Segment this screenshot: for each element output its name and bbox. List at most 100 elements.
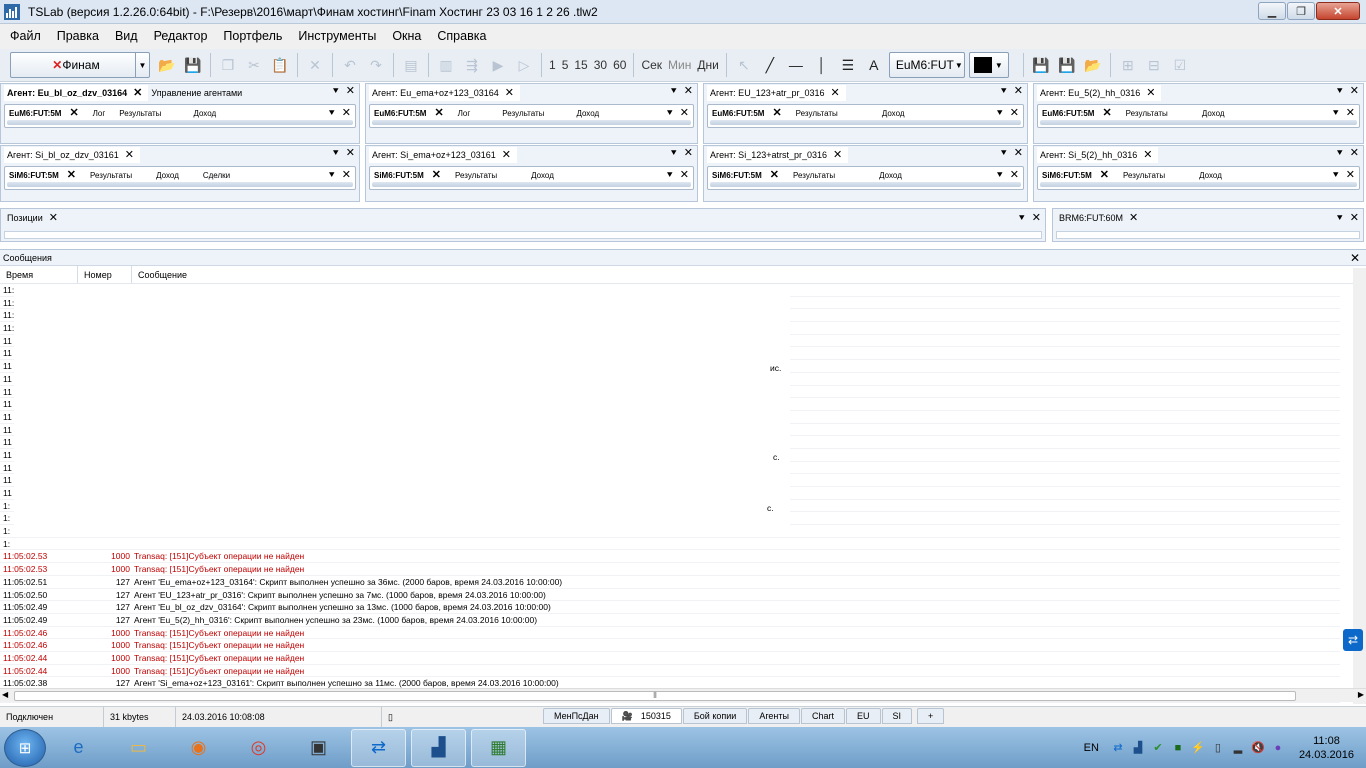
menu-edit[interactable]: Правка <box>49 24 107 49</box>
interval-30[interactable]: 30 <box>591 58 610 72</box>
line-tool-icon[interactable]: ╱ <box>759 54 781 76</box>
explorer-folder-icon[interactable]: ▭ <box>111 729 166 767</box>
close-icon[interactable]: ✕ <box>502 149 511 161</box>
positions-grid[interactable] <box>4 231 1042 239</box>
menu-portfolio[interactable]: Портфель <box>215 24 290 49</box>
tab-agents[interactable]: Агенты <box>748 708 800 724</box>
table-row[interactable]: 11:05:02.46 1000 Transaq: [151]Субъект опе… <box>0 627 1340 640</box>
symbol-tab[interactable]: EuM6:FUT:5M ✕ <box>370 107 454 119</box>
menu-file[interactable]: Файл <box>2 24 49 49</box>
tab-results[interactable]: Результаты <box>86 171 152 180</box>
menu-windows[interactable]: Окна <box>384 24 429 49</box>
minimize-button[interactable]: ▁ <box>1258 2 1286 20</box>
teamviewer-taskbar-icon[interactable]: ⇄ <box>351 728 406 767</box>
close-icon[interactable]: ✕ <box>1350 213 1359 224</box>
volume-muted-icon[interactable]: 🔇 <box>1251 741 1265 755</box>
tab-menpsdan[interactable]: МенПсДан <box>543 708 610 724</box>
symbol-tab[interactable]: EuM6:FUT:5M ✕ <box>5 107 89 119</box>
symbol-tab[interactable]: SiM6:FUT:5M ✕ <box>5 169 86 181</box>
close-icon[interactable]: ✕ <box>770 169 779 181</box>
table-row[interactable]: 11:05:02.50 127 Агент 'EU_123+atr_pr_0316'… <box>0 589 1340 602</box>
close-icon[interactable]: ✕ <box>1102 107 1111 119</box>
close-icon[interactable]: ✕ <box>432 169 441 181</box>
teamviewer-icon[interactable]: ⇄ <box>1343 629 1363 651</box>
redo-icon[interactable]: ↷ <box>365 54 387 76</box>
symbol-tab[interactable]: EuM6:FUT:5M ✕ <box>1038 107 1122 119</box>
menu-arrow-icon[interactable]: ⯆ <box>666 108 674 119</box>
tslab-taskbar-icon[interactable]: ▟ <box>411 728 466 767</box>
close-icon[interactable]: ✕ <box>1346 108 1355 119</box>
close-icon[interactable]: ✕ <box>342 108 351 119</box>
cursor-icon[interactable]: ↖ <box>733 54 755 76</box>
tab-log[interactable]: Лог <box>89 109 116 118</box>
table-row[interactable]: 11:05:02.49 127 Агент 'Eu_bl_oz_dzv_03164'… <box>0 601 1340 614</box>
menu-arrow-icon[interactable]: ⯆ <box>328 170 336 181</box>
menu-arrow-icon[interactable]: ⯆ <box>328 108 336 119</box>
agent-tab[interactable]: Агент: Si_5(2)_hh_0316 ✕ <box>1037 147 1159 163</box>
close-icon[interactable]: ✕ <box>1350 251 1360 265</box>
close-icon[interactable]: ✕ <box>67 169 76 181</box>
table-row[interactable]: 11:05:02.53 1000 Transaq: [151]Субъект опе… <box>0 550 1340 564</box>
table-row[interactable]: 11:05:02.44 1000 Transaq: [151]Субъект опе… <box>0 652 1340 665</box>
close-icon[interactable]: ✕ <box>1350 148 1359 159</box>
close-icon[interactable]: ✕ <box>125 149 134 161</box>
close-icon[interactable]: ✕ <box>1014 148 1023 159</box>
ie-icon[interactable]: e <box>51 729 106 767</box>
positions-tab[interactable]: Позиции ✕ <box>4 210 64 226</box>
menu-arrow-icon[interactable]: ⯆ <box>1336 148 1344 159</box>
chevron-down-icon[interactable]: ▼ <box>954 53 964 77</box>
save-all-icon[interactable]: 💾 <box>1056 54 1078 76</box>
tab-results[interactable]: Результаты <box>792 109 878 118</box>
interval-1[interactable]: 1 <box>546 58 559 72</box>
close-icon[interactable]: ✕ <box>772 107 781 119</box>
close-icon[interactable]: ✕ <box>1100 169 1109 181</box>
folder-icon[interactable]: 📂 <box>1082 54 1104 76</box>
menu-arrow-icon[interactable]: ⯆ <box>670 86 678 97</box>
properties-icon[interactable]: ▤ <box>400 54 422 76</box>
tab-income[interactable]: Доход <box>189 109 226 118</box>
close-icon[interactable]: ✕ <box>1350 86 1359 97</box>
agent-tab[interactable]: Агент: Eu_ema+oz+123_03164 ✕ <box>369 85 520 101</box>
tab-si[interactable]: SI <box>881 708 913 724</box>
checklist-icon[interactable]: ☑ <box>1169 54 1191 76</box>
close-icon[interactable]: ✕ <box>1014 86 1023 97</box>
hline-tool-icon[interactable]: — <box>785 54 807 76</box>
menu-arrow-icon[interactable]: ⯆ <box>996 170 1004 181</box>
agent-tab[interactable]: Агент: Si_123+atrst_pr_0316 ✕ <box>707 147 849 163</box>
signal-tray-icon[interactable]: ▂ <box>1231 741 1245 755</box>
close-button[interactable]: ✕ <box>1316 2 1360 20</box>
close-icon[interactable]: ✕ <box>1129 212 1138 224</box>
fibonacci-icon[interactable]: ☰ <box>837 54 859 76</box>
menu-arrow-icon[interactable]: ⯆ <box>670 148 678 159</box>
menu-editor[interactable]: Редактор <box>146 24 216 49</box>
tab-results[interactable]: Результаты <box>115 109 189 118</box>
close-icon[interactable]: ✕ <box>49 212 58 224</box>
agent-manager-tab[interactable]: Управление агентами <box>148 85 248 101</box>
teamviewer-tray-icon[interactable]: ⇄ <box>1111 741 1125 755</box>
tab-results[interactable]: Результаты <box>1122 109 1198 118</box>
column-time[interactable]: Время <box>0 266 78 283</box>
agent-tab[interactable]: Агент: Si_bl_oz_dzv_03161 ✕ <box>4 147 140 163</box>
broker-select[interactable]: ✕Финам ▼ <box>10 52 150 78</box>
close-icon[interactable]: ✕ <box>1010 108 1019 119</box>
chevron-down-icon[interactable]: ▼ <box>992 53 1006 77</box>
symbol-tab[interactable]: SiM6:FUT:5M ✕ <box>708 169 789 181</box>
agent-tab[interactable]: Агент: Si_ema+oz+123_03161 ✕ <box>369 147 517 163</box>
close-icon[interactable]: ✕ <box>684 148 693 159</box>
maximize-button[interactable]: ❐ <box>1287 2 1315 20</box>
close-icon[interactable]: ✕ <box>133 87 142 99</box>
copy-icon[interactable]: ❐ <box>217 54 239 76</box>
agent-tab[interactable]: Агент: EU_123+atr_pr_0316 ✕ <box>707 85 846 101</box>
tab-income[interactable]: Доход <box>875 171 912 180</box>
menu-arrow-icon[interactable]: ⯆ <box>1000 148 1008 159</box>
chevron-down-icon[interactable]: ▼ <box>135 53 149 77</box>
terminal-taskbar-icon[interactable]: ▦ <box>471 728 526 767</box>
close-icon[interactable]: ✕ <box>1346 170 1355 181</box>
network-tray-icon[interactable]: ⚡ <box>1191 741 1205 755</box>
unit-seconds[interactable]: Сек <box>638 58 665 72</box>
menu-view[interactable]: Вид <box>107 24 146 49</box>
close-icon[interactable]: ✕ <box>684 86 693 97</box>
layout-icon[interactable]: ▯ <box>382 707 406 727</box>
close-icon[interactable]: ✕ <box>434 107 443 119</box>
step-icon[interactable]: ▷ <box>513 54 535 76</box>
